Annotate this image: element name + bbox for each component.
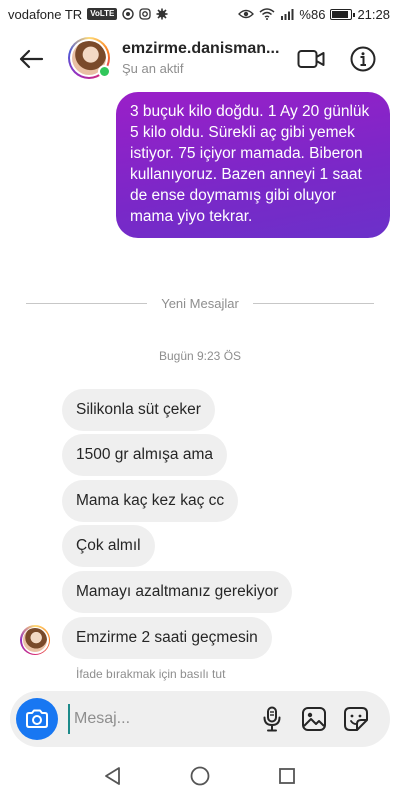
- microphone-icon: [263, 706, 281, 732]
- video-call-button[interactable]: [296, 44, 326, 74]
- incoming-message[interactable]: Mama kaç kez kaç cc: [62, 480, 239, 522]
- sticker-button[interactable]: [342, 705, 370, 733]
- divider-label: Yeni Mesajlar: [161, 296, 239, 311]
- volte-badge: VoLTE: [87, 8, 118, 20]
- nav-home-icon: [190, 766, 210, 786]
- back-button[interactable]: [16, 44, 46, 74]
- eye-comfort-icon: [238, 8, 255, 20]
- message-timestamp: Bugün 9:23 ÖS: [158, 349, 242, 363]
- profile-avatar[interactable]: [68, 37, 111, 79]
- system-nav-bar: [0, 752, 400, 800]
- sticker-icon: [344, 707, 368, 731]
- divider-line: [252, 303, 374, 304]
- back-arrow-icon: [19, 49, 44, 69]
- settings-gear-icon: [156, 8, 168, 20]
- clock: 21:28: [357, 6, 390, 22]
- incoming-message[interactable]: Çok almıl: [62, 525, 155, 567]
- battery-icon: [330, 8, 356, 20]
- status-bar-left: vodafone TR VoLTE: [8, 7, 168, 22]
- nav-recents-button[interactable]: [272, 761, 302, 791]
- chat-title[interactable]: emzirme.danisman... Şu an aktif: [122, 40, 279, 76]
- active-status: Şu an aktif: [122, 61, 184, 76]
- gallery-button[interactable]: [300, 705, 328, 733]
- camera-icon: [26, 709, 48, 728]
- incoming-message[interactable]: Silikonla süt çeker: [62, 389, 215, 431]
- nav-home-button[interactable]: [185, 761, 215, 791]
- username: emzirme.danisman...: [122, 40, 280, 57]
- battery-percent: %86: [299, 6, 326, 22]
- outgoing-message[interactable]: 3 buçuk kilo doğdu. 1 Ay 20 günlük 5 kil…: [116, 92, 390, 238]
- camera-button[interactable]: [16, 698, 58, 740]
- incoming-message[interactable]: Emzirme 2 saati geçmesin: [62, 617, 272, 659]
- divider-line: [26, 303, 148, 304]
- signal-icon: [280, 8, 294, 20]
- status-bar-right: %86 21:28: [238, 7, 390, 22]
- voice-message-button[interactable]: [258, 705, 286, 733]
- online-indicator: [98, 65, 111, 78]
- info-icon: [350, 46, 376, 72]
- battery-fill: [332, 10, 348, 18]
- chat-header: emzirme.danisman... Şu an aktif: [0, 28, 400, 90]
- status-bar: vodafone TR VoLTE %86 21:28: [0, 0, 400, 28]
- message-input[interactable]: [68, 704, 248, 734]
- nav-recents-icon: [278, 768, 295, 784]
- wifi-icon: [259, 8, 275, 20]
- message-composer: [10, 691, 390, 747]
- sender-avatar[interactable]: [20, 625, 50, 655]
- new-messages-divider: Yeni Mesajlar: [26, 296, 374, 311]
- reaction-hint: İfade bırakmak için basılı tut: [76, 667, 226, 681]
- nav-back-button[interactable]: [98, 761, 128, 791]
- incoming-message[interactable]: 1500 gr almışa ama: [62, 434, 227, 476]
- chrome-icon: [122, 8, 135, 20]
- incoming-message[interactable]: Mamayı azaltmanız gerekiyor: [62, 571, 293, 613]
- carrier-name: vodafone TR: [8, 6, 83, 22]
- instagram-icon: [139, 8, 152, 20]
- video-call-icon: [297, 50, 325, 68]
- gallery-icon: [302, 707, 326, 731]
- nav-back-icon: [105, 767, 121, 785]
- sender-avatar-image: [23, 628, 47, 652]
- info-button[interactable]: [348, 44, 378, 74]
